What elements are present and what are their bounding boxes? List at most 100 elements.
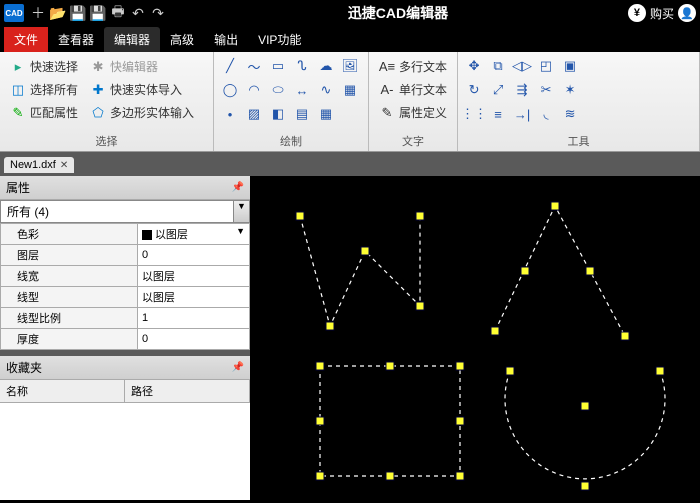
tool-b-icon[interactable]: ◧: [268, 104, 288, 124]
rotate-icon[interactable]: ↻: [464, 80, 484, 100]
tool-a-icon[interactable]: ▦: [340, 80, 360, 100]
dimension-icon[interactable]: ↔: [292, 80, 312, 100]
pin-icon[interactable]: 📌: [232, 362, 244, 373]
select-all-button[interactable]: ◫选择所有: [6, 79, 82, 100]
stext-icon: A-: [379, 82, 395, 98]
prop-color-key: 色彩: [1, 224, 138, 245]
scale-icon[interactable]: ⤢: [488, 80, 508, 100]
prop-lt-key: 线型: [1, 287, 138, 308]
doc-name: New1.dxf: [10, 159, 56, 171]
document-tab[interactable]: New1.dxf ✕: [4, 157, 74, 173]
table-icon[interactable]: ▦: [316, 104, 336, 124]
brush-icon: ✎: [10, 105, 26, 121]
chevron-down-icon[interactable]: ▼: [233, 201, 249, 222]
stext-button[interactable]: A-单行文本: [375, 79, 451, 100]
offset-icon[interactable]: ⇶: [512, 80, 532, 100]
prop-lt-val[interactable]: 以图层: [137, 287, 249, 308]
image-icon[interactable]: 🖼: [340, 56, 360, 76]
polygon-icon: ⬠: [90, 105, 106, 121]
app-logo: CAD: [4, 4, 24, 22]
block-icon[interactable]: ▣: [560, 56, 580, 76]
fav-col-path[interactable]: 路径: [125, 380, 250, 402]
quick-edit-button[interactable]: ✱快编辑器: [86, 56, 198, 77]
align-icon[interactable]: ≡: [488, 104, 508, 124]
fav-col-name[interactable]: 名称: [0, 380, 125, 402]
array-icon[interactable]: ⋮⋮: [464, 104, 484, 124]
trim-icon[interactable]: ✂: [536, 80, 556, 100]
zigzag-icon[interactable]: ᔐ: [292, 56, 312, 76]
buy-link[interactable]: 购买: [650, 5, 674, 22]
print-icon[interactable]: 🖶: [108, 3, 128, 23]
select-icon[interactable]: ◰: [536, 56, 556, 76]
app-title: 迅捷CAD编辑器: [168, 3, 628, 23]
arc-icon[interactable]: ◠: [244, 80, 264, 100]
fillet-icon[interactable]: ◟: [536, 104, 556, 124]
redo-icon[interactable]: ↷: [148, 3, 168, 23]
copy-icon[interactable]: ⧉: [488, 56, 508, 76]
group-select-label: 选择: [6, 131, 207, 149]
ellipse-icon[interactable]: ⬭: [268, 80, 288, 100]
tab-file[interactable]: 文件: [4, 27, 48, 52]
property-table: 色彩以图层 ▼ 图层0 线宽以图层 线型以图层 线型比例1 厚度0: [0, 223, 250, 350]
prop-ls-key: 线型比例: [1, 308, 138, 329]
shape-triangle[interactable]: [495, 206, 625, 336]
prop-th-val[interactable]: 0: [137, 329, 249, 350]
prop-color-val[interactable]: 以图层 ▼: [137, 224, 249, 245]
quick-select-button[interactable]: ▸快速选择: [6, 56, 82, 77]
currency-icon[interactable]: ¥: [628, 4, 646, 22]
ribbon: ▸快速选择 ◫选择所有 ✎匹配属性 ✱快编辑器 ✚快速实体导入 ⬠多边形实体输入…: [0, 52, 700, 152]
fav-panel-title: 收藏夹: [6, 359, 42, 376]
saveas-icon[interactable]: 💾: [88, 3, 108, 23]
new-icon[interactable]: ＋: [28, 3, 48, 23]
drawing-canvas[interactable]: [250, 176, 700, 500]
shape-arc[interactable]: [505, 371, 665, 479]
tool-c-icon[interactable]: ▤: [292, 104, 312, 124]
chevron-down-icon[interactable]: ▼: [236, 226, 245, 236]
draw-tools: ╱ 〜 ▭ ᔐ ☁ 🖼 ◯ ◠ ⬭ ↔ ∿ ▦ • ▨ ◧ ▤ ▦: [220, 56, 362, 131]
plus-icon: ✚: [90, 82, 106, 98]
entity-import-button[interactable]: ✚快速实体导入: [86, 79, 198, 100]
explode-icon[interactable]: ✶: [560, 80, 580, 100]
select-all-icon: ◫: [10, 82, 26, 98]
extend-icon[interactable]: →|: [512, 104, 532, 124]
cursor-icon: ▸: [10, 59, 26, 75]
tab-vip[interactable]: VIP功能: [248, 27, 311, 52]
tab-output[interactable]: 输出: [204, 27, 248, 52]
layer-icon[interactable]: ≋: [560, 104, 580, 124]
tab-viewer[interactable]: 查看器: [48, 27, 104, 52]
close-icon[interactable]: ✕: [60, 160, 68, 171]
prop-layer-val[interactable]: 0: [137, 245, 249, 266]
attrdef-button[interactable]: ✎属性定义: [375, 102, 451, 123]
group-text-label: 文字: [375, 131, 451, 149]
hatch-icon[interactable]: ▨: [244, 104, 264, 124]
tab-advanced[interactable]: 高级: [160, 27, 204, 52]
point-icon[interactable]: •: [220, 104, 240, 124]
spline-icon[interactable]: ∿: [316, 80, 336, 100]
shape-rect[interactable]: [320, 366, 460, 476]
polyline-icon[interactable]: 〜: [244, 56, 264, 76]
user-icon[interactable]: 👤: [678, 4, 696, 22]
filter-dropdown[interactable]: 所有 (4)▼: [0, 200, 250, 223]
mtext-button[interactable]: A≡多行文本: [375, 56, 451, 77]
undo-icon[interactable]: ↶: [128, 3, 148, 23]
tab-editor[interactable]: 编辑器: [104, 27, 160, 52]
prop-lw-val[interactable]: 以图层: [137, 266, 249, 287]
prop-th-key: 厚度: [1, 329, 138, 350]
pin-icon[interactable]: 📌: [232, 182, 244, 193]
mirror-icon[interactable]: ◁▷: [512, 56, 532, 76]
prop-ls-val[interactable]: 1: [137, 308, 249, 329]
poly-entity-button[interactable]: ⬠多边形实体输入: [86, 102, 198, 123]
circle-icon[interactable]: ◯: [220, 80, 240, 100]
edit-icon: ✱: [90, 59, 106, 75]
open-icon[interactable]: 📂: [48, 3, 68, 23]
group-draw-label: 绘制: [220, 131, 362, 149]
rect-icon[interactable]: ▭: [268, 56, 288, 76]
save-icon[interactable]: 💾: [68, 3, 88, 23]
prop-lw-key: 线宽: [1, 266, 138, 287]
shape-polyline[interactable]: [300, 216, 420, 326]
match-prop-button[interactable]: ✎匹配属性: [6, 102, 82, 123]
cloud-icon[interactable]: ☁: [316, 56, 336, 76]
group-tools-label: 工具: [464, 131, 693, 149]
move-icon[interactable]: ✥: [464, 56, 484, 76]
line-icon[interactable]: ╱: [220, 56, 240, 76]
